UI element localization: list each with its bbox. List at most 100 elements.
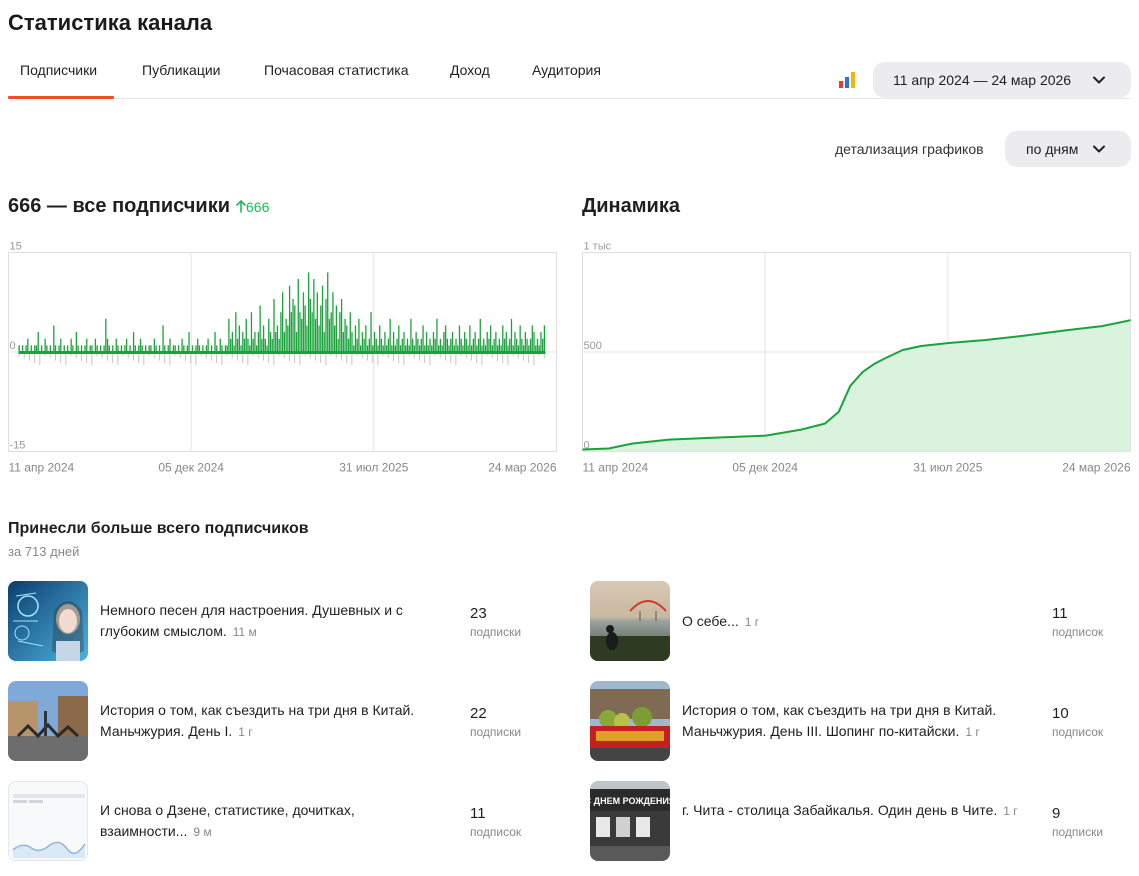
arrow-up-icon [236, 200, 246, 213]
subscriber-bar [493, 338, 495, 352]
unsubscribe-bar [481, 354, 483, 366]
subscriber-bar [394, 345, 396, 352]
subscriber-bar [332, 292, 334, 352]
subscribers-heading: 666 — все подписчики 666 [8, 195, 269, 218]
y-tick-label: 500 [584, 340, 602, 352]
subscriber-bar [86, 338, 88, 352]
subscriber-bar [84, 345, 86, 352]
unsubscribe-bar [450, 354, 452, 363]
unsubscribe-bar [117, 354, 119, 366]
subscriber-bar [167, 345, 169, 352]
top-post-item[interactable]: История о том, как съездить на три дня в… [8, 681, 538, 761]
subscriber-bar [271, 338, 273, 352]
unsubscribe-bar [392, 354, 394, 361]
tab-subscribers[interactable]: Подписчики [20, 62, 97, 78]
subscriber-bar [18, 345, 20, 352]
tab-hourly-stats[interactable]: Почасовая статистика [264, 62, 409, 78]
subscriber-bar [304, 305, 306, 352]
post-title: г. Чита - столица Забайкалья. Один день … [682, 802, 1018, 818]
subscriber-bar [401, 338, 403, 352]
bar-chart-icon[interactable] [838, 71, 856, 89]
detail-select[interactable]: по дням [1005, 131, 1131, 167]
unsubscribe-bar [434, 354, 436, 356]
subscriber-bar [292, 298, 294, 352]
subscriber-bar [94, 338, 97, 352]
top-post-item[interactable]: История о том, как съездить на три дня в… [590, 681, 1120, 761]
unsubscribe-bar [538, 354, 540, 356]
date-range-button[interactable]: 11 апр 2024 — 24 мар 2026 [873, 62, 1131, 98]
subscriber-bar [242, 332, 244, 352]
unsubscribe-bar [132, 354, 134, 361]
post-subscriber-count: 11 [470, 805, 486, 822]
subscriber-bar [425, 332, 428, 352]
tab-audience[interactable]: Аудитория [532, 62, 601, 78]
unsubscribe-bar [101, 354, 103, 359]
subscriber-bar [444, 325, 447, 352]
unsubscribe-bar [70, 354, 72, 356]
unsubscribe-bar [184, 354, 186, 361]
subscriber-bar [158, 345, 161, 352]
subscriber-bar [434, 338, 436, 352]
detail-label: детализация графиков [835, 141, 984, 157]
subscriber-bar [387, 338, 390, 352]
subscriber-bar [224, 345, 227, 352]
subscriber-bar [233, 345, 235, 352]
unsubscribe-bar [382, 354, 384, 356]
unsubscribe-bar [247, 354, 249, 366]
subscriber-bar [148, 345, 150, 352]
post-subscriber-count: 10 [1052, 705, 1069, 722]
subscriber-bar [335, 305, 338, 352]
x-tick-label: 31 июл 2025 [913, 461, 982, 475]
tab-publications[interactable]: Публикации [142, 62, 220, 78]
x-tick-label: 31 июл 2025 [339, 461, 408, 475]
unsubscribe-bar [278, 354, 280, 356]
chevron-down-icon [1093, 145, 1105, 153]
subscriber-bar [339, 312, 341, 352]
subscriber-bar [34, 345, 36, 352]
unsubscribe-bar [75, 354, 77, 359]
subscriber-bar [507, 345, 509, 352]
subscriber-bar [464, 332, 466, 352]
subscriber-bar [35, 345, 38, 352]
subscriber-bar [474, 332, 476, 352]
subscriber-bar [503, 338, 506, 352]
post-subscriber-count: 11 [1052, 605, 1068, 622]
unsubscribe-bar [65, 354, 67, 366]
top-post-item[interactable]: Немного песен для настроения. Душевных и… [8, 581, 538, 661]
subscriber-bar [162, 325, 164, 352]
unsubscribe-bar [236, 354, 238, 361]
subscriber-bar [375, 338, 377, 352]
subscriber-bar [470, 345, 473, 352]
unsubscribe-bar [403, 354, 405, 366]
subscriber-bar [418, 345, 421, 352]
subscriber-bar [438, 345, 440, 352]
subscriber-bar [105, 318, 107, 352]
top-post-item[interactable]: И снова о Дзене, статистике, дочитках, в… [8, 781, 538, 861]
subscriber-bar [500, 345, 502, 352]
unsubscribe-bar [86, 354, 88, 363]
tab-income[interactable]: Доход [450, 62, 490, 78]
post-thumbnail [590, 681, 670, 761]
subscriber-bar [195, 345, 197, 352]
subscriber-bar [368, 338, 370, 352]
subscriber-bar [389, 318, 391, 352]
subscriber-bar [266, 345, 268, 352]
subscriber-bar [186, 345, 188, 352]
top-post-item[interactable]: О себе... 1 г 11 подписок [590, 581, 1120, 661]
top-post-item[interactable]: С ДНЕМ РОЖДЕНИЯ г. Чита - столица Забайк… [590, 781, 1120, 861]
subscriber-bar [477, 338, 480, 352]
subscriber-bar [422, 325, 424, 352]
subscriber-bar [517, 345, 520, 352]
unsubscribe-bar [366, 354, 368, 361]
subscriber-bar [30, 345, 32, 352]
subscriber-bar [337, 338, 339, 352]
subscriber-bar [181, 338, 183, 352]
subscriber-bar [458, 325, 461, 352]
subscriber-bar [295, 332, 298, 352]
unsubscribe-bar [49, 354, 51, 359]
subscriber-bar [436, 318, 438, 352]
y-tick-label: 1 тыс [584, 241, 612, 253]
subscriber-bar [231, 332, 234, 352]
subscriber-bar [380, 338, 383, 352]
unsubscribe-bar [356, 354, 358, 356]
